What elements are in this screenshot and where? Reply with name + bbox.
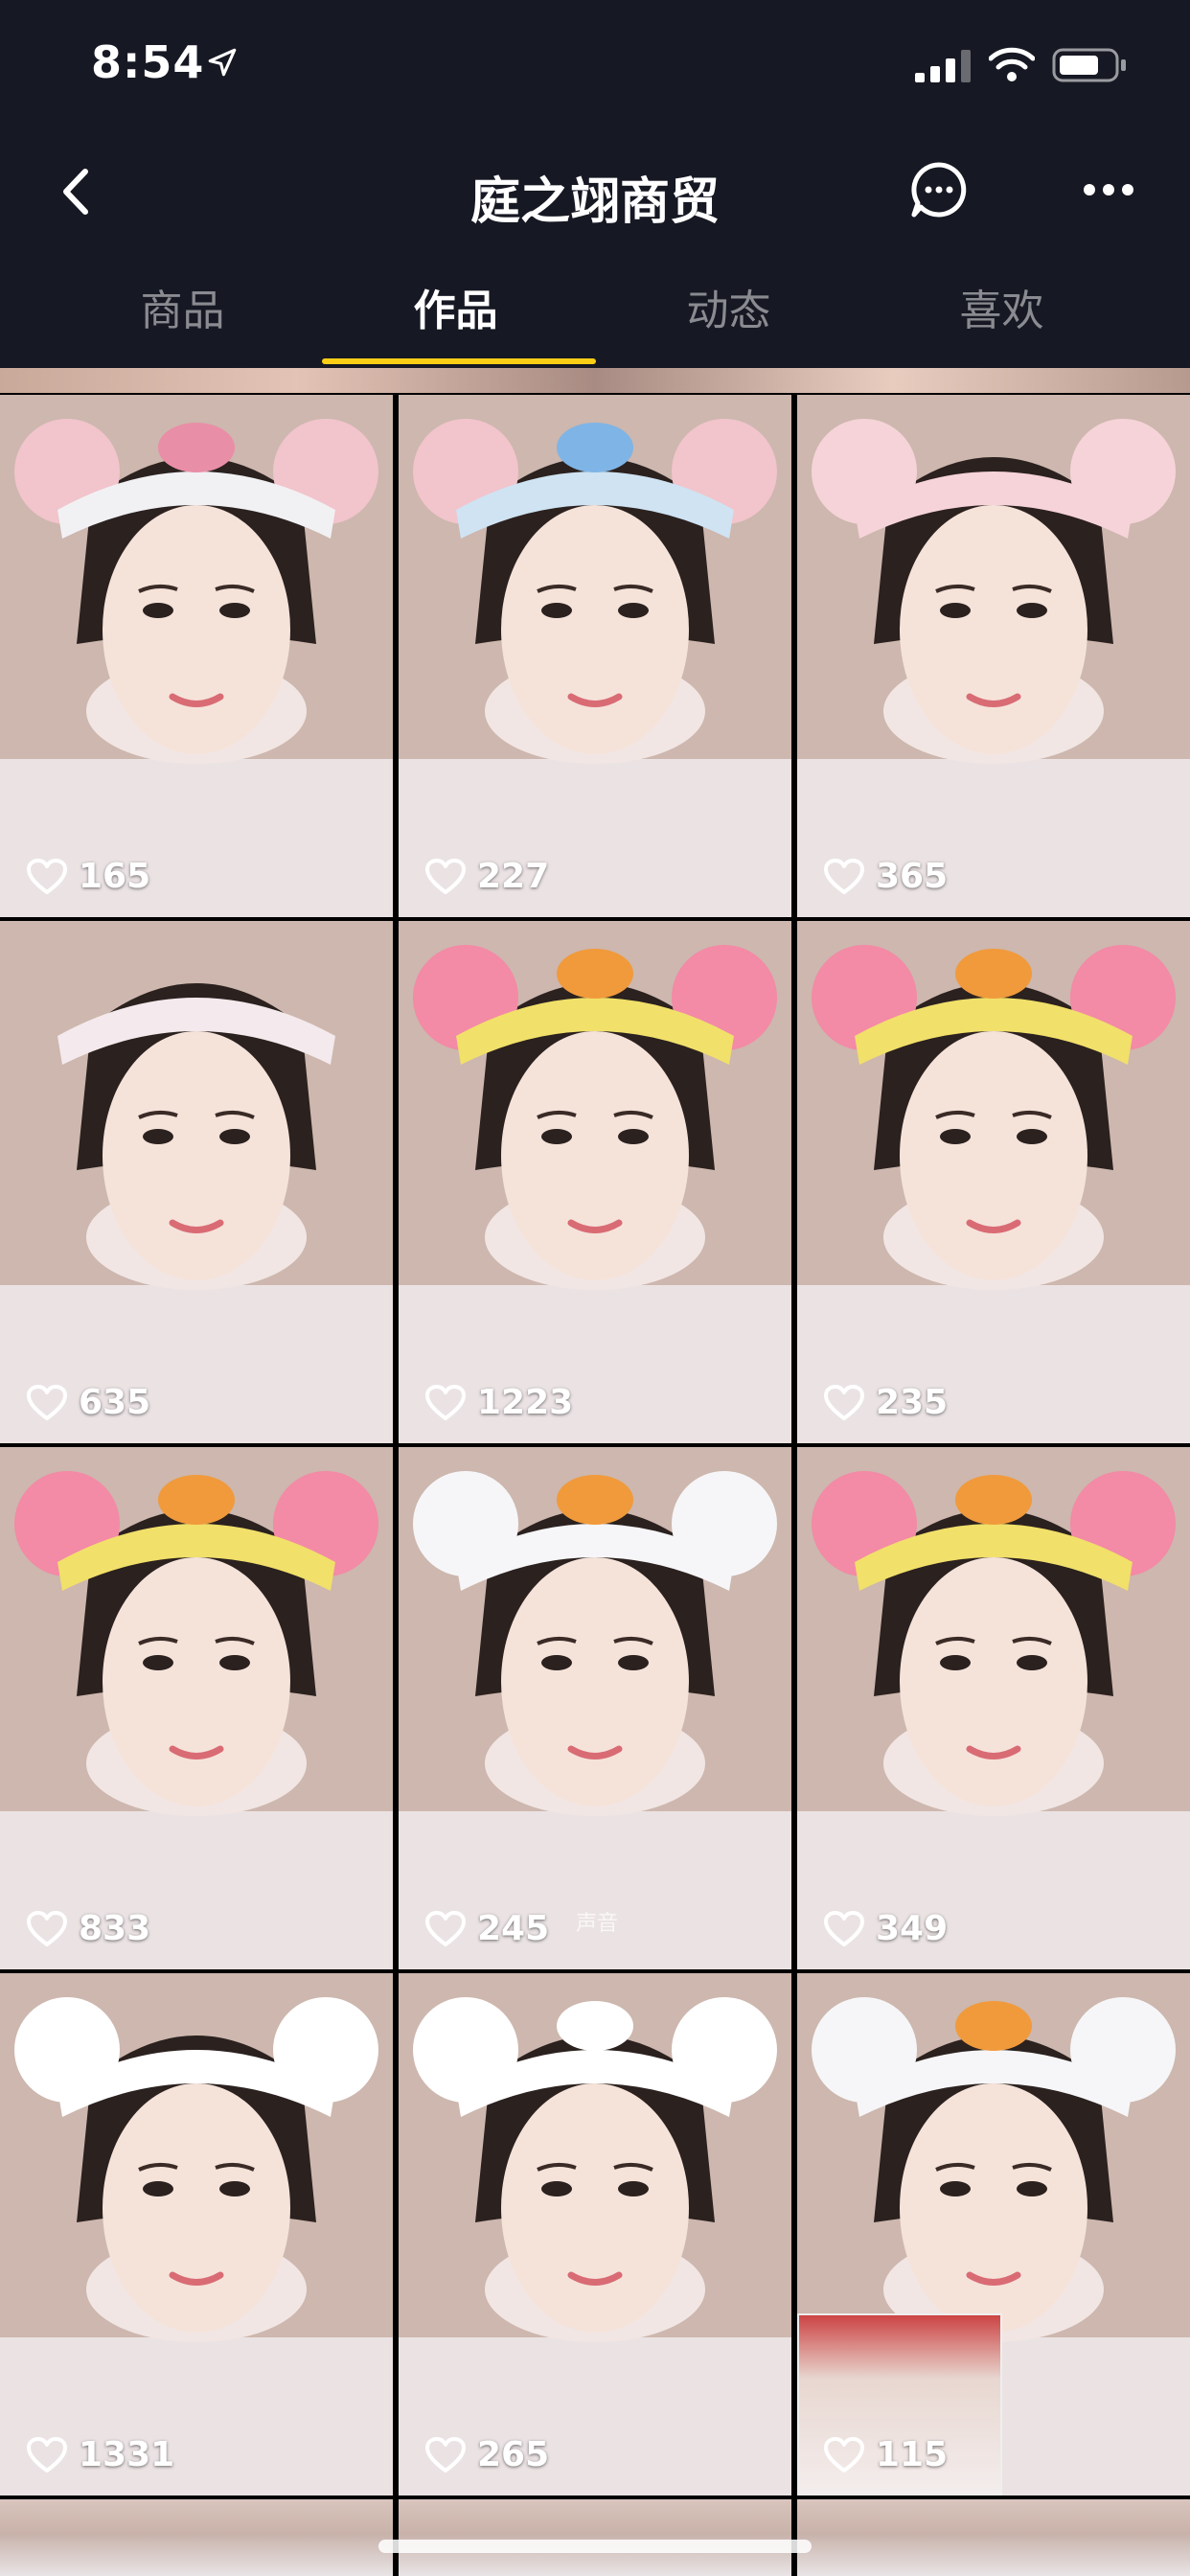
video-thumbnail — [399, 1447, 791, 1969]
video-tile[interactable]: 245 声音 — [399, 1447, 791, 1969]
heart-icon — [824, 2436, 864, 2472]
like-count: 245 — [425, 1909, 549, 1948]
heart-icon — [824, 1910, 864, 1946]
tab-goods[interactable]: 商品 — [46, 268, 319, 364]
video-thumbnail — [0, 921, 393, 1443]
like-count: 1331 — [27, 2435, 174, 2474]
like-count: 265 — [425, 2435, 549, 2474]
signal-icon — [915, 50, 971, 82]
like-count-value: 265 — [477, 2435, 550, 2474]
video-grid: 165 227 365 635 1223 235 833 245 声音 349 … — [0, 368, 1190, 2576]
video-tile[interactable]: 235 — [797, 921, 1190, 1443]
heart-icon — [425, 1384, 466, 1420]
like-count: 235 — [824, 1383, 948, 1422]
tab-updates[interactable]: 动态 — [592, 268, 865, 364]
video-thumbnail — [0, 1973, 393, 2496]
video-tile[interactable]: 635 — [0, 921, 393, 1443]
like-count-value: 349 — [876, 1909, 949, 1948]
like-count: 833 — [27, 1909, 150, 1948]
like-count: 365 — [824, 857, 948, 896]
video-thumbnail — [399, 921, 791, 1443]
like-count-value: 115 — [876, 2435, 949, 2474]
sound-label: 声音 — [576, 1912, 619, 1936]
video-tile[interactable]: 1331 — [0, 1973, 393, 2496]
battery-icon — [1052, 48, 1126, 82]
video-tile[interactable]: 1223 — [399, 921, 791, 1443]
like-count-value: 235 — [876, 1383, 949, 1422]
heart-icon — [27, 858, 67, 894]
video-thumbnail — [399, 1973, 791, 2496]
video-tile[interactable]: 349 — [797, 1447, 1190, 1969]
video-thumbnail — [0, 1447, 393, 1969]
tab-works[interactable]: 作品 — [319, 268, 592, 364]
video-thumbnail — [797, 395, 1190, 917]
status-time: 8:54 — [91, 36, 205, 88]
video-tile-partial[interactable] — [797, 2499, 1190, 2576]
profile-tabs: 商品 作品 动态 喜欢 — [0, 268, 1190, 364]
heart-icon — [425, 2436, 466, 2472]
more-dots-icon[interactable] — [1083, 177, 1134, 202]
heart-icon — [824, 858, 864, 894]
grid-top-strip — [0, 368, 1190, 393]
like-count: 165 — [27, 857, 150, 896]
tab-likes[interactable]: 喜欢 — [865, 268, 1138, 364]
like-count: 115 — [824, 2435, 948, 2474]
like-count-value: 165 — [79, 857, 151, 896]
video-tile[interactable]: 227 — [399, 395, 791, 917]
video-thumbnail — [797, 1447, 1190, 1969]
video-tile[interactable]: 265 — [399, 1973, 791, 2496]
like-count-value: 635 — [79, 1383, 151, 1422]
video-tile-partial[interactable] — [399, 2499, 791, 2576]
video-thumbnail — [0, 395, 393, 917]
wifi-icon — [989, 47, 1035, 81]
like-count-value: 833 — [79, 1909, 151, 1948]
like-count-value: 1331 — [79, 2435, 175, 2474]
heart-icon — [425, 1910, 466, 1946]
location-arrow-icon — [208, 48, 237, 77]
heart-icon — [425, 858, 466, 894]
heart-icon — [27, 1384, 67, 1420]
home-indicator — [378, 2540, 812, 2553]
nav-bar: 庭之翊商贸 — [0, 125, 1190, 259]
video-thumbnail — [797, 921, 1190, 1443]
video-tile-partial[interactable] — [0, 2499, 393, 2576]
like-count-value: 245 — [477, 1909, 550, 1948]
like-count: 349 — [824, 1909, 948, 1948]
back-chevron-icon[interactable] — [53, 158, 101, 225]
like-count: 227 — [425, 857, 549, 896]
heart-icon — [27, 1910, 67, 1946]
message-bubble-icon[interactable] — [908, 159, 970, 220]
page-title: 庭之翊商贸 — [469, 173, 720, 231]
active-tab-indicator — [322, 358, 596, 364]
like-count-value: 1223 — [477, 1383, 574, 1422]
like-count: 1223 — [425, 1383, 573, 1422]
like-count-value: 365 — [876, 857, 949, 896]
heart-icon — [27, 2436, 67, 2472]
video-thumbnail — [399, 395, 791, 917]
like-count-value: 227 — [477, 857, 550, 896]
video-tile[interactable]: 833 — [0, 1447, 393, 1969]
like-count: 635 — [27, 1383, 150, 1422]
video-tile[interactable]: 365 — [797, 395, 1190, 917]
video-tile[interactable]: 115 — [797, 1973, 1190, 2496]
heart-icon — [824, 1384, 864, 1420]
video-tile[interactable]: 165 — [0, 395, 393, 917]
status-bar: 8:54 — [0, 0, 1190, 125]
